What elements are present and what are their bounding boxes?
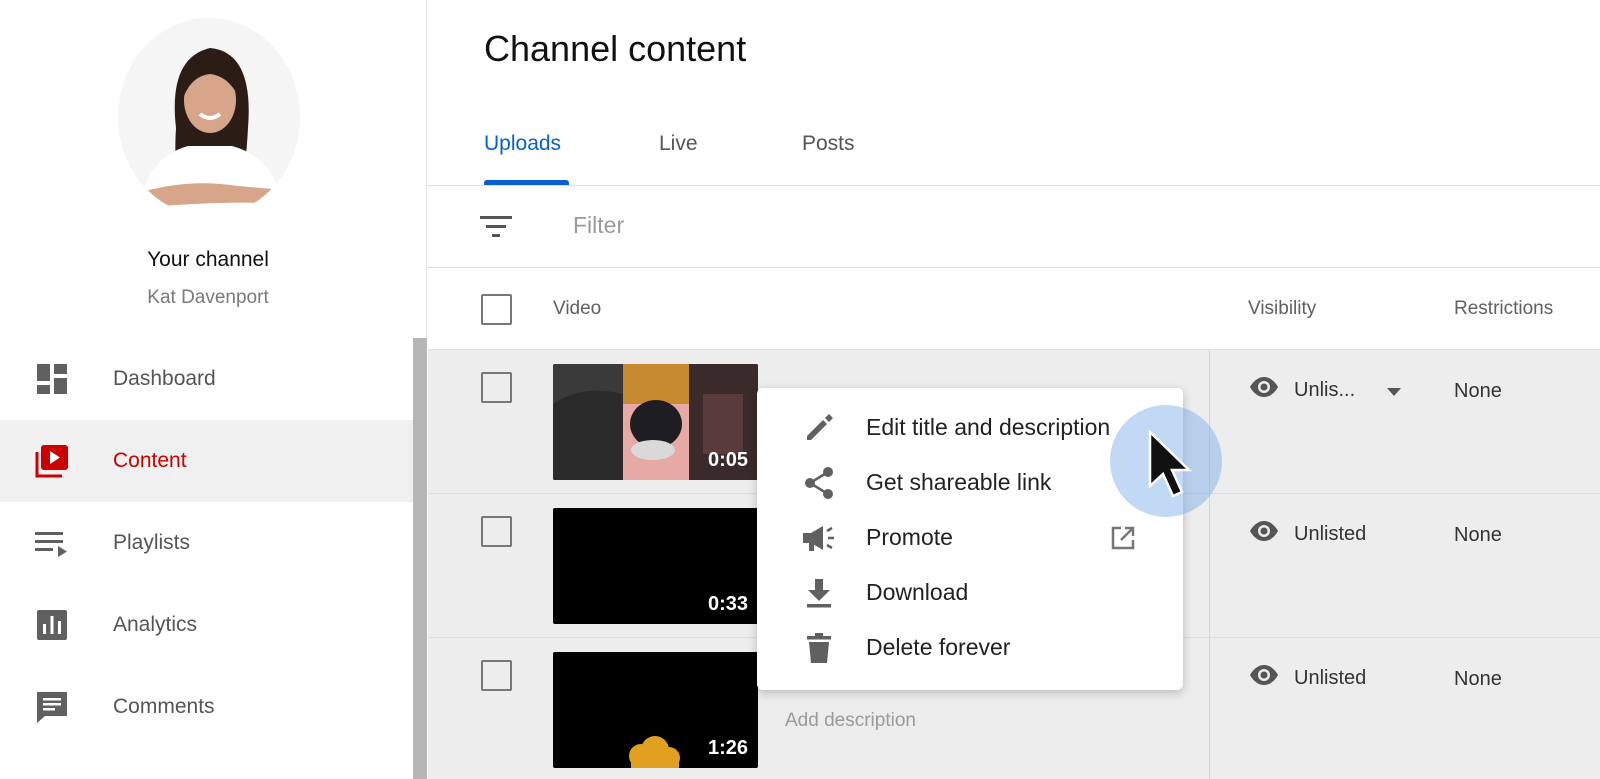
dashboard-icon bbox=[34, 361, 70, 397]
sidebar-item-analytics[interactable]: Analytics bbox=[0, 584, 413, 666]
tab-bar: Uploads Live Posts bbox=[428, 118, 1600, 186]
video-duration: 0:05 bbox=[707, 449, 748, 471]
channel-name: Kat Davenport bbox=[147, 287, 269, 308]
sidebar-item-label: Content bbox=[113, 449, 187, 472]
page-title: Channel content bbox=[484, 28, 747, 69]
trash-icon bbox=[801, 630, 837, 666]
sidebar-item-comments[interactable]: Comments bbox=[0, 666, 413, 748]
filter-input[interactable] bbox=[573, 212, 1173, 239]
video-duration: 0:33 bbox=[707, 593, 748, 615]
tab-posts[interactable]: Posts bbox=[802, 132, 855, 156]
filter-icon[interactable] bbox=[480, 214, 512, 245]
column-divider bbox=[1209, 494, 1210, 638]
sidebar-item-label: Analytics bbox=[113, 613, 198, 636]
visibility-dropdown[interactable]: Unlisted bbox=[1248, 664, 1366, 692]
tab-live[interactable]: Live bbox=[659, 132, 698, 156]
column-divider bbox=[1209, 638, 1210, 779]
video-duration: 1:26 bbox=[707, 737, 748, 759]
visibility-label: Unlis... bbox=[1294, 378, 1356, 401]
playlists-icon bbox=[34, 525, 70, 561]
sidebar-item-label: Playlists bbox=[113, 531, 191, 554]
open-in-new-icon bbox=[1110, 525, 1136, 551]
content-icon bbox=[34, 443, 70, 479]
share-icon bbox=[801, 465, 837, 501]
menu-item-label: Delete forever bbox=[866, 634, 1011, 660]
dropdown-arrow-icon bbox=[1387, 379, 1402, 402]
sidebar: Your channel Kat Davenport Dashboard Con… bbox=[0, 0, 427, 779]
analytics-icon bbox=[34, 607, 70, 643]
visibility-label: Unlisted bbox=[1294, 666, 1367, 689]
row-checkbox[interactable] bbox=[481, 516, 512, 547]
restrictions-value: None bbox=[1454, 524, 1502, 546]
row-checkbox[interactable] bbox=[481, 660, 512, 691]
active-tab-indicator bbox=[484, 180, 569, 185]
channel-avatar[interactable] bbox=[118, 18, 300, 216]
sidebar-divider bbox=[426, 0, 427, 338]
menu-item-delete-forever[interactable]: Delete forever bbox=[757, 620, 1183, 675]
sidebar-item-content[interactable]: Content bbox=[0, 420, 413, 502]
add-description-link[interactable]: Add description bbox=[785, 710, 916, 732]
eye-icon bbox=[1248, 664, 1280, 692]
menu-item-label: Get shareable link bbox=[866, 469, 1052, 495]
column-header-video[interactable]: Video bbox=[553, 298, 601, 320]
column-header-restrictions[interactable]: Restrictions bbox=[1454, 298, 1553, 320]
restrictions-value: None bbox=[1454, 380, 1502, 402]
menu-item-promote[interactable]: Promote bbox=[757, 510, 1183, 565]
eye-icon bbox=[1248, 520, 1280, 548]
download-icon bbox=[801, 575, 837, 611]
tab-uploads[interactable]: Uploads bbox=[484, 132, 561, 156]
menu-item-label: Promote bbox=[866, 524, 953, 550]
menu-item-download[interactable]: Download bbox=[757, 565, 1183, 620]
visibility-dropdown[interactable]: Unlis... bbox=[1248, 376, 1402, 404]
table-header: Video Visibility Restrictions bbox=[428, 268, 1600, 350]
sidebar-item-playlists[interactable]: Playlists bbox=[0, 502, 413, 584]
comments-icon bbox=[34, 689, 70, 725]
video-thumbnail[interactable]: 1:26 bbox=[553, 652, 758, 768]
mouse-pointer-icon bbox=[1146, 429, 1193, 505]
megaphone-icon bbox=[801, 520, 837, 556]
sidebar-item-dashboard[interactable]: Dashboard bbox=[0, 338, 413, 420]
sidebar-scrollbar[interactable] bbox=[413, 338, 427, 779]
visibility-dropdown[interactable]: Unlisted bbox=[1248, 520, 1366, 548]
sidebar-item-label: Comments bbox=[113, 695, 215, 718]
menu-item-label: Edit title and description bbox=[866, 414, 1111, 440]
visibility-label: Unlisted bbox=[1294, 522, 1367, 545]
select-all-checkbox[interactable] bbox=[481, 294, 512, 325]
video-thumbnail[interactable]: 0:05 bbox=[553, 364, 758, 480]
sidebar-nav: Dashboard Content Playlists Analytics Co… bbox=[0, 338, 413, 748]
sidebar-item-label: Dashboard bbox=[113, 367, 216, 390]
row-checkbox[interactable] bbox=[481, 372, 512, 403]
video-thumbnail[interactable]: 0:33 bbox=[553, 508, 758, 624]
channel-title: Your channel bbox=[147, 248, 269, 271]
restrictions-value: None bbox=[1454, 668, 1502, 690]
menu-item-label: Download bbox=[866, 579, 969, 605]
pencil-icon bbox=[801, 410, 837, 446]
column-header-visibility[interactable]: Visibility bbox=[1248, 298, 1316, 320]
filter-bar bbox=[428, 186, 1600, 268]
eye-icon bbox=[1248, 376, 1280, 404]
